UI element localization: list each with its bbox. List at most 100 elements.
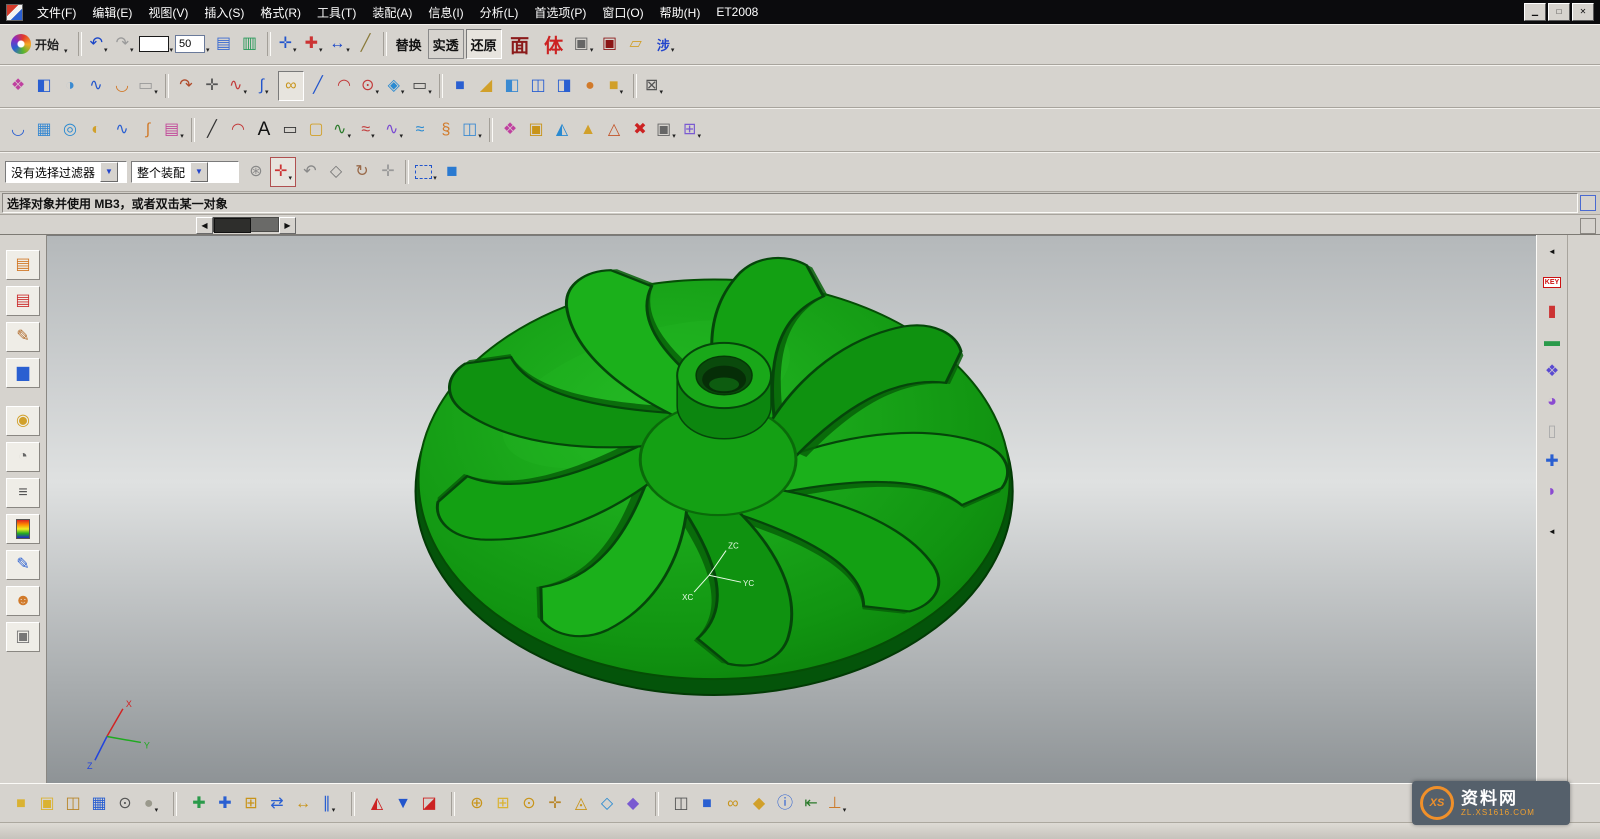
wrap-curve-icon[interactable]: ∿▾: [226, 72, 250, 100]
open-part-icon[interactable]: ▣: [35, 790, 59, 818]
join-curve-icon[interactable]: ∫▾: [252, 72, 276, 100]
dropdown-arrow-icon[interactable]: ▾: [332, 806, 336, 814]
paste-feature-icon[interactable]: ⊞▾: [680, 116, 704, 144]
horizontal-scrollbar[interactable]: ◀ ▶: [196, 217, 296, 232]
dropdown-arrow-icon[interactable]: ▾: [154, 88, 158, 96]
key-shot-tab-icon[interactable]: KEY: [1540, 270, 1564, 294]
dropdown-arrow-icon[interactable]: ▾: [433, 174, 437, 182]
part-tab-icon[interactable]: ▬: [1540, 330, 1564, 354]
part-in-window-icon[interactable]: ◫: [61, 790, 85, 818]
visual-reports-icon[interactable]: ▆: [6, 358, 40, 388]
dropdown-arrow-icon[interactable]: ▾: [265, 88, 269, 96]
exploded-views-icon[interactable]: ✛: [543, 790, 567, 818]
dropdown-arrow-icon[interactable]: ▾: [620, 88, 624, 96]
dropdown-arrow-icon[interactable]: ▾: [293, 46, 297, 54]
line2-icon[interactable]: ╱: [200, 116, 224, 144]
system-scenes-icon[interactable]: [6, 514, 40, 544]
line-icon[interactable]: ╱: [306, 72, 330, 100]
she-button[interactable]: 涉▾: [650, 30, 682, 58]
intersection-curve-icon[interactable]: ✛: [200, 72, 224, 100]
fit-spline-icon[interactable]: ≈▾: [356, 116, 380, 144]
sphere-icon[interactable]: ●: [578, 72, 602, 100]
selection-scope-combo[interactable]: 整个装配 ▼: [131, 161, 239, 183]
offset-curve-icon[interactable]: ↷: [174, 72, 198, 100]
replace-component-icon[interactable]: ⇄: [265, 790, 289, 818]
dropdown-arrow-icon[interactable]: ▾: [401, 88, 405, 96]
sweep-along-guide-icon[interactable]: ∿: [84, 72, 108, 100]
graphics-window[interactable]: ZC YC XC X Y Z: [47, 235, 1536, 783]
reference-set-icon[interactable]: ◫: [669, 790, 693, 818]
pattern-face-icon[interactable]: ❖: [498, 116, 522, 144]
menu-preferences[interactable]: 首选项(P): [526, 0, 594, 24]
wave-geometry-icon[interactable]: ⊕: [465, 790, 489, 818]
swept-icon[interactable]: ∿: [110, 116, 134, 144]
component-grid-icon[interactable]: ▦: [87, 790, 111, 818]
select-point-icon[interactable]: ✛▾: [270, 157, 296, 187]
dropdown-arrow-icon[interactable]: ▾: [843, 806, 847, 814]
process-studio-icon[interactable]: ≡: [6, 478, 40, 508]
gold-sheet-icon[interactable]: ▱: [624, 30, 648, 58]
move-component-icon[interactable]: ↔: [291, 790, 315, 818]
dropdown-arrow-icon[interactable]: ▾: [206, 46, 210, 54]
rectangle-tool-icon[interactable]: ▭▾: [410, 72, 434, 100]
dark-red-cube-icon[interactable]: ▣: [598, 30, 622, 58]
palette-tab-icon[interactable]: ◕: [1540, 390, 1564, 414]
rectangle2-icon[interactable]: ▭: [278, 116, 302, 144]
curve-mesh-icon[interactable]: ▦: [32, 116, 56, 144]
assembly-info-icon[interactable]: ⓘ: [773, 790, 797, 818]
pipe-curve-icon[interactable]: ◫▾: [460, 116, 484, 144]
studio-spline-icon[interactable]: ∿▾: [330, 116, 354, 144]
manage-templates-icon[interactable]: ✎: [6, 550, 40, 580]
delete-face-icon[interactable]: ✖: [628, 116, 652, 144]
new-component-icon[interactable]: ✚: [213, 790, 237, 818]
sequence-icon[interactable]: ◬: [569, 790, 593, 818]
scrollbar-thumb[interactable]: [214, 218, 251, 233]
undo-view-icon[interactable]: ↶: [298, 158, 322, 186]
viewport-canvas[interactable]: ZC YC XC X Y Z: [47, 236, 1536, 783]
gold-block-icon[interactable]: ■▾: [604, 72, 628, 100]
tab-scroll-up-icon[interactable]: ◄: [1540, 240, 1564, 264]
menu-insert[interactable]: 插入(S): [196, 0, 252, 24]
arrangements-icon[interactable]: ◇: [595, 790, 619, 818]
menu-edit[interactable]: 编辑(E): [84, 0, 140, 24]
gem-icon[interactable]: ◆: [747, 790, 771, 818]
chain-link-icon[interactable]: ∞: [278, 71, 304, 101]
dropdown-arrow-icon[interactable]: ▾: [180, 132, 184, 140]
marquee-select-icon[interactable]: ▾: [414, 158, 438, 186]
arc-point-icon[interactable]: ◠: [332, 72, 356, 100]
roles-icon[interactable]: ☻: [6, 586, 40, 616]
sheet-swoosh-icon[interactable]: ◢: [474, 72, 498, 100]
dropdown-arrow-icon[interactable]: ▾: [672, 132, 676, 140]
dropdown-arrow-icon[interactable]: ▾: [104, 46, 108, 54]
block-icon[interactable]: ■: [448, 72, 472, 100]
start-button[interactable]: 开始 ▾: [5, 29, 74, 59]
pan-view-icon[interactable]: ✛: [376, 158, 400, 186]
dropdown-arrow-icon[interactable]: ▾: [155, 806, 159, 814]
suppress-component-icon[interactable]: ▼: [391, 790, 415, 818]
menu-window[interactable]: 窗口(O): [594, 0, 651, 24]
prompt-rail-button[interactable]: [1580, 195, 1596, 211]
snap-point-icon[interactable]: ✛▾: [276, 30, 300, 58]
dropdown-arrow-icon[interactable]: ▾: [478, 132, 482, 140]
add-component-icon[interactable]: ✚: [187, 790, 211, 818]
offset-face-icon[interactable]: △: [602, 116, 626, 144]
window-tile-icon[interactable]: ❖: [6, 72, 30, 100]
interpart-link-icon[interactable]: ⊞: [491, 790, 515, 818]
selection-filter-combo[interactable]: 没有选择过滤器 ▼: [5, 161, 127, 183]
combo-dropdown-icon[interactable]: ▼: [100, 162, 118, 182]
internet-explorer-icon[interactable]: ◉: [6, 406, 40, 436]
point-constructor-icon[interactable]: ✚▾: [302, 30, 326, 58]
assembly-navigator-icon[interactable]: ▤: [6, 250, 40, 280]
dropdown-arrow-icon[interactable]: ▾: [590, 46, 594, 54]
n-sided-surface-icon[interactable]: ∫: [136, 116, 160, 144]
tab-scroll-down-icon[interactable]: ◄: [1540, 520, 1564, 544]
menu-analysis[interactable]: 分析(L): [472, 0, 527, 24]
studio-surface-icon[interactable]: ◎: [58, 116, 82, 144]
restore-display-button[interactable]: 还原: [466, 29, 502, 59]
menu-format[interactable]: 格式(R): [252, 0, 309, 24]
close-button[interactable]: ✕: [1572, 3, 1594, 21]
menu-tools[interactable]: 工具(T): [309, 0, 364, 24]
scale-body-icon[interactable]: ▲: [576, 116, 600, 144]
part-navigator-icon[interactable]: ✎: [6, 322, 40, 352]
mirror-geometry-icon[interactable]: ◭: [550, 116, 574, 144]
